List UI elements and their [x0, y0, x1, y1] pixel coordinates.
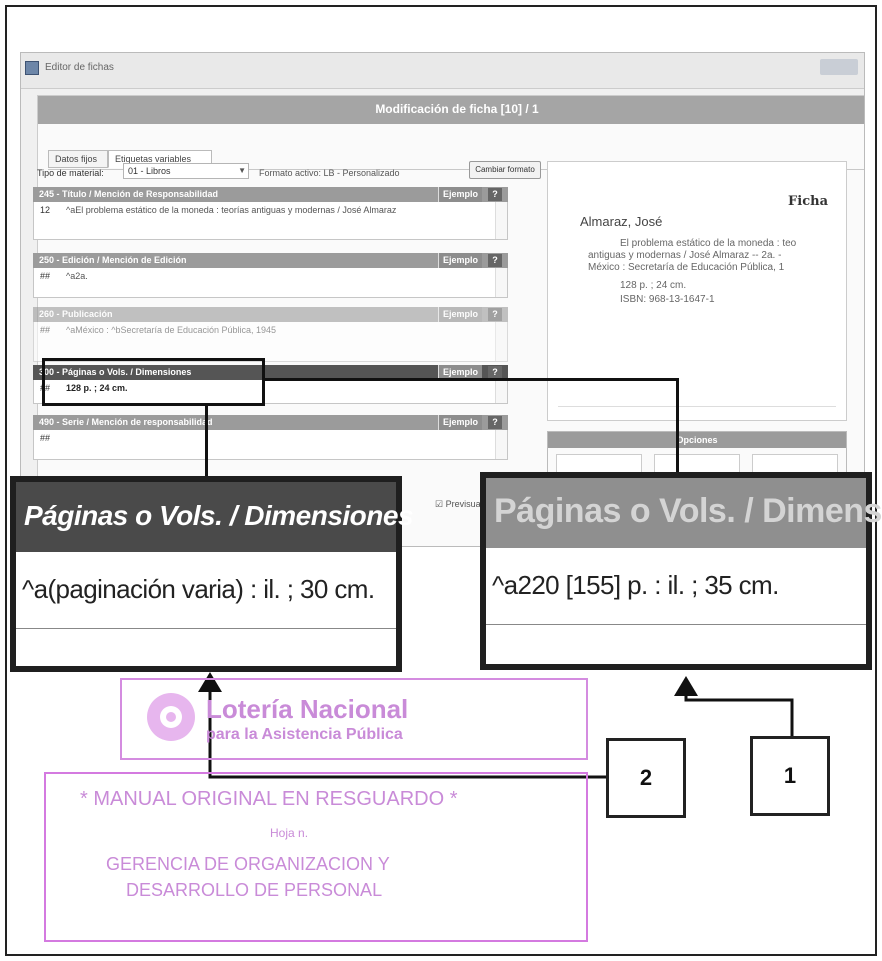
callout-2: 2	[606, 738, 686, 818]
arrow-up-icon	[674, 676, 698, 696]
stamp-manual-text: * MANUAL ORIGINAL EN RESGUARDO *	[80, 788, 458, 810]
stamp-gerencia-line2: DESARROLLO DE PERSONAL	[126, 880, 383, 900]
lottery-logo-icon	[147, 693, 195, 741]
official-stamp: Lotería Nacional para la Asistencia Públ…	[40, 668, 588, 946]
callout-1: 1	[750, 736, 830, 816]
arrow-1-line	[684, 686, 794, 738]
stamp-org-subtitle: para la Asistencia Pública	[206, 726, 403, 743]
stamp-org-name: Lotería Nacional	[206, 694, 409, 724]
stamp-gerencia-line1: GERENCIA DE ORGANIZACION Y	[106, 854, 390, 874]
stamp-sheet: Hoja n.	[270, 826, 309, 840]
